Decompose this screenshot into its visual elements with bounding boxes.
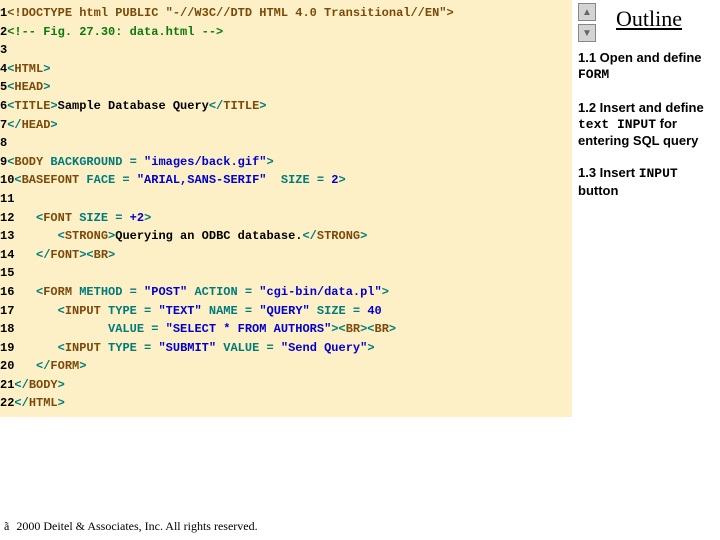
code-line: 8 xyxy=(0,134,572,153)
footer: ã 2000 Deitel & Associates, Inc. All rig… xyxy=(4,519,258,534)
code-line: 6<TITLE>Sample Database Query</TITLE> xyxy=(0,97,572,116)
code-line: 2<!-- Fig. 27.30: data.html --> xyxy=(0,23,572,42)
code-line: 12 <FONT SIZE = +2> xyxy=(0,209,572,228)
code-line: 9<BODY BACKGROUND = "images/back.gif"> xyxy=(0,153,572,172)
code-line: 21</BODY> xyxy=(0,376,572,395)
code-line: 17 <INPUT TYPE = "TEXT" NAME = "QUERY" S… xyxy=(0,302,572,321)
outline-title: Outline xyxy=(616,6,718,32)
code-line: 19 <INPUT TYPE = "SUBMIT" VALUE = "Send … xyxy=(0,339,572,358)
code-line: 14 </FONT><BR> xyxy=(0,246,572,265)
outline-note: 1.3 Insert INPUT button xyxy=(578,165,720,199)
code-line: 16 <FORM METHOD = "POST" ACTION = "cgi-b… xyxy=(0,283,572,302)
code-line: 4<HTML> xyxy=(0,60,572,79)
code-panel: 1<!DOCTYPE html PUBLIC "-//W3C//DTD HTML… xyxy=(0,0,572,417)
outline-note: 1.1 Open and define FORM xyxy=(578,50,720,84)
footer-text: 2000 Deitel & Associates, Inc. All right… xyxy=(13,519,257,533)
code-line: 1<!DOCTYPE html PUBLIC "-//W3C//DTD HTML… xyxy=(0,4,572,23)
code-line: 18 VALUE = "SELECT * FROM AUTHORS"><BR><… xyxy=(0,320,572,339)
outline-sidebar: ▲ ▼ Outline 1.1 Open and define FORM 1.2 … xyxy=(578,0,720,215)
code-line: 5<HEAD> xyxy=(0,78,572,97)
outline-notes: 1.1 Open and define FORM 1.2 Insert and d… xyxy=(578,50,720,199)
outline-note: 1.2 Insert and define text INPUT for ent… xyxy=(578,100,720,150)
code-line: 11 xyxy=(0,190,572,209)
chevron-up-icon: ▲ xyxy=(582,7,592,18)
copyright-icon: ã xyxy=(4,519,9,533)
code-line: 22</HTML> xyxy=(0,394,572,413)
chevron-down-icon: ▼ xyxy=(582,28,592,39)
nav-down-button[interactable]: ▼ xyxy=(578,24,596,42)
code-line: 15 xyxy=(0,264,572,283)
code-line: 10<BASEFONT FACE = "ARIAL,SANS-SERIF" SI… xyxy=(0,171,572,190)
code-line: 3 xyxy=(0,41,572,60)
outline-header: ▲ ▼ Outline xyxy=(578,0,720,50)
code-line: 20 </FORM> xyxy=(0,357,572,376)
code-line: 13 <STRONG>Querying an ODBC database.</S… xyxy=(0,227,572,246)
nav-up-button[interactable]: ▲ xyxy=(578,3,596,21)
code-line: 7</HEAD> xyxy=(0,116,572,135)
